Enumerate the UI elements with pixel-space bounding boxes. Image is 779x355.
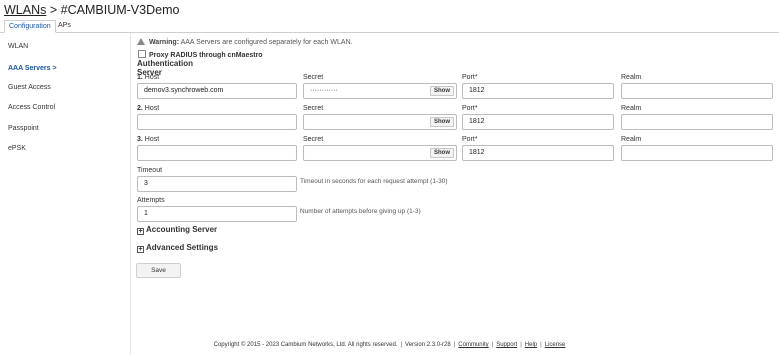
accounting-server-toggle[interactable]: + Accounting Server <box>137 225 217 235</box>
realm-3-label: Realm <box>621 136 642 143</box>
port-1-input[interactable]: 1812 <box>462 83 614 99</box>
host-1-label: 1. Host <box>137 74 160 81</box>
breadcrumb-separator: > <box>49 3 58 17</box>
proxy-radius-label: Proxy RADIUS through cnMaestro <box>149 52 263 59</box>
sidebar-item-aaa-servers[interactable]: AAA Servers > <box>8 65 57 72</box>
host-2-label: 2. Host <box>137 105 160 112</box>
timeout-hint: Timeout in seconds for each request atte… <box>300 178 448 185</box>
sidebar-item-passpoint[interactable]: Passpoint <box>8 125 39 132</box>
host-3-label: 3. Host <box>137 136 160 143</box>
expand-plus-icon: + <box>137 246 144 253</box>
advanced-settings-toggle[interactable]: + Advanced Settings <box>137 243 218 253</box>
secret-2-input[interactable]: Show <box>303 114 457 130</box>
footer-copyright: Copyright © 2015 - 2023 Cambium Networks… <box>213 342 398 348</box>
footer-link-license[interactable]: License <box>545 342 566 348</box>
warning-text: AAA Servers are configured separately fo… <box>180 39 353 46</box>
realm-2-label: Realm <box>621 105 642 112</box>
timeout-input[interactable]: 3 <box>137 176 297 192</box>
attempts-input[interactable]: 1 <box>137 206 297 222</box>
port-1-label: Port* <box>462 74 478 81</box>
footer: Copyright © 2015 - 2023 Cambium Networks… <box>213 342 566 348</box>
host-1-input[interactable]: demov3.synchroweb.com <box>137 83 297 99</box>
secret-3-show-button[interactable]: Show <box>430 148 454 158</box>
sidebar: WLAN AAA Servers > Guest Access Access C… <box>0 33 131 355</box>
footer-link-help[interactable]: Help <box>525 342 537 348</box>
secret-1-label: Secret <box>303 74 324 81</box>
host-2-input[interactable] <box>137 114 297 130</box>
secret-2-show-button[interactable]: Show <box>430 117 454 127</box>
expand-plus-icon: + <box>137 228 144 235</box>
secret-3-input[interactable]: Show <box>303 145 457 161</box>
realm-1-label: Realm <box>621 74 642 81</box>
timeout-label: Timeout <box>137 167 163 174</box>
page-title: WLANs > #CAMBIUM-V3Demo <box>4 3 179 17</box>
proxy-radius-checkbox[interactable] <box>138 50 146 58</box>
attempts-hint: Number of attempts before giving up (1-3… <box>300 208 421 215</box>
footer-version: Version 2.3.0-r28 <box>405 342 451 348</box>
secret-1-show-button[interactable]: Show <box>430 86 454 96</box>
realm-2-input[interactable] <box>621 114 773 130</box>
tab-bar: Configuration APs <box>0 20 779 33</box>
secret-1-input[interactable]: ············ Show <box>303 83 457 99</box>
accounting-server-label: Accounting Server <box>146 225 218 234</box>
port-3-label: Port* <box>462 136 478 143</box>
realm-3-input[interactable] <box>621 145 773 161</box>
tab-configuration[interactable]: Configuration <box>4 20 56 33</box>
port-2-input[interactable]: 1812 <box>462 114 614 130</box>
port-3-input[interactable]: 1812 <box>462 145 614 161</box>
sidebar-item-wlan[interactable]: WLAN <box>8 43 28 50</box>
wlan-name: #CAMBIUM-V3Demo <box>60 3 180 17</box>
footer-link-support[interactable]: Support <box>496 342 517 348</box>
sidebar-item-epsk[interactable]: ePSK <box>8 145 26 152</box>
warning-icon <box>137 38 145 45</box>
breadcrumb-wlans-link[interactable]: WLANs <box>4 3 46 17</box>
sidebar-item-guest-access[interactable]: Guest Access <box>8 84 51 91</box>
secret-3-label: Secret <box>303 136 324 143</box>
warning-banner: Warning: AAA Servers are configured sepa… <box>137 38 353 46</box>
tab-aps[interactable]: APs <box>54 20 75 33</box>
secret-2-label: Secret <box>303 105 324 112</box>
page-header: WLANs > #CAMBIUM-V3Demo <box>0 0 779 20</box>
realm-1-input[interactable] <box>621 83 773 99</box>
port-2-label: Port* <box>462 105 478 112</box>
proxy-radius-row: Proxy RADIUS through cnMaestro <box>138 50 263 59</box>
host-3-input[interactable] <box>137 145 297 161</box>
warning-prefix: Warning: <box>148 39 180 46</box>
footer-link-community[interactable]: Community <box>458 342 488 348</box>
advanced-settings-label: Advanced Settings <box>146 243 219 252</box>
attempts-label: Attempts <box>137 197 165 204</box>
save-button[interactable]: Save <box>136 263 181 278</box>
sidebar-item-access-control[interactable]: Access Control <box>8 104 55 111</box>
secret-1-value: ············ <box>310 87 338 94</box>
